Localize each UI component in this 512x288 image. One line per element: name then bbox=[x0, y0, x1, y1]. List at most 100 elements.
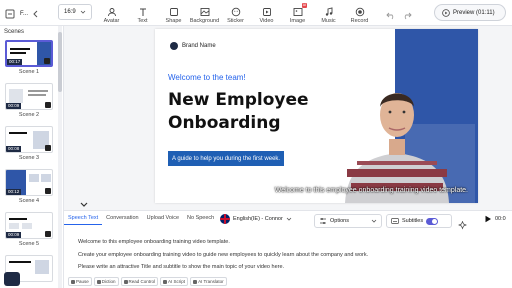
pause-icon bbox=[71, 279, 75, 284]
play-control[interactable]: 00:0 bbox=[484, 215, 506, 223]
menu-icon[interactable] bbox=[4, 8, 16, 20]
action-label: Read Control bbox=[128, 279, 156, 284]
voice-icon bbox=[44, 58, 50, 64]
voice-name: English(IE) - Connor bbox=[233, 216, 283, 222]
tool-background[interactable]: Background bbox=[189, 2, 220, 24]
ai-translator-icon bbox=[193, 279, 198, 284]
tab-no-speech[interactable]: No Speech bbox=[183, 211, 218, 225]
tool-label: Music bbox=[321, 18, 336, 24]
scene-duration: 00:09 bbox=[6, 232, 22, 238]
script-text[interactable]: Welcome to this employee onboarding trai… bbox=[78, 236, 498, 274]
top-toolbar: F... 16:9 Avatar Text Shape Background S… bbox=[0, 0, 512, 26]
script-line: Create your employee onboarding training… bbox=[78, 251, 369, 258]
scrollbar-thumb[interactable] bbox=[58, 32, 62, 92]
scene-duration: 00:09 bbox=[6, 103, 22, 109]
subtitles-label: Subtitles bbox=[402, 218, 424, 224]
tool-shape[interactable]: Shape bbox=[158, 2, 189, 24]
scene-label: Scene 4 bbox=[18, 198, 40, 204]
canvas-area: Brand Name Welcome to the team! New Empl… bbox=[64, 26, 512, 208]
scene-item-5[interactable]: 00:09 Scene 5 bbox=[5, 212, 53, 247]
subtitles-toggle[interactable] bbox=[426, 217, 439, 225]
tool-text[interactable]: Text bbox=[127, 2, 158, 24]
scene-label: Scene 3 bbox=[18, 155, 40, 161]
scene-thumbnail[interactable]: 00:12 bbox=[5, 169, 53, 196]
scene-item-3[interactable]: 00:08 Scene 3 bbox=[5, 126, 53, 161]
welcome-text[interactable]: Welcome to the team! bbox=[168, 73, 246, 82]
options-label: Options bbox=[330, 218, 349, 224]
redo-icon[interactable] bbox=[402, 7, 412, 25]
tool-music[interactable]: Music bbox=[313, 2, 344, 24]
slide-subtitle[interactable]: A guide to help you during the first wee… bbox=[168, 151, 285, 166]
tool-image[interactable]: AI Image bbox=[282, 2, 313, 24]
uk-flag-icon bbox=[220, 214, 230, 224]
preview-button[interactable]: Preview (01:11) bbox=[434, 4, 506, 21]
tool-sticker[interactable]: Sticker bbox=[220, 2, 251, 24]
script-panel: Speech Text Conversation Upload Voice No… bbox=[64, 210, 512, 288]
chevron-down-icon bbox=[286, 217, 292, 221]
chevron-left-icon[interactable] bbox=[32, 5, 40, 23]
scene-item-1[interactable]: 00:17 Scene 1 bbox=[5, 40, 53, 75]
sticker-icon bbox=[231, 7, 240, 17]
magic-icon[interactable] bbox=[458, 217, 467, 235]
ai-script-button[interactable]: AI Script bbox=[160, 277, 189, 286]
tool-avatar[interactable]: Avatar bbox=[96, 2, 127, 24]
read-control-button[interactable]: Read Control bbox=[120, 277, 159, 286]
scene-thumbnail[interactable]: 00:09 bbox=[5, 83, 53, 110]
tool-label: Shape bbox=[165, 18, 182, 24]
chevron-down-icon bbox=[80, 10, 85, 14]
play-circle-icon bbox=[442, 8, 450, 17]
options-dropdown[interactable]: Options bbox=[314, 214, 382, 228]
subtitles-icon bbox=[391, 218, 399, 224]
voice-select[interactable]: English(IE) - Connor bbox=[220, 214, 292, 224]
diction-icon bbox=[96, 279, 101, 284]
slide-canvas[interactable]: Brand Name Welcome to the team! New Empl… bbox=[155, 29, 478, 203]
voice-icon bbox=[45, 231, 51, 237]
tab-upload-voice[interactable]: Upload Voice bbox=[143, 211, 183, 225]
tool-video[interactable]: Video bbox=[251, 2, 282, 24]
pause-button[interactable]: Pause bbox=[68, 277, 92, 286]
scene-duration: 00:12 bbox=[6, 189, 22, 195]
slide-title[interactable]: New Employee Onboarding bbox=[168, 89, 309, 135]
shape-icon bbox=[169, 8, 178, 16]
tool-label: Record bbox=[350, 18, 369, 24]
brand-name: Brand Name bbox=[182, 43, 216, 49]
scenes-sidebar: Scenes 00:17 Scene 1 00:09 Scene 2 00:08… bbox=[0, 26, 64, 288]
tool-label: Image bbox=[289, 18, 306, 24]
action-label: AI Script bbox=[168, 279, 186, 284]
slide-title-line-1: New Employee bbox=[168, 90, 309, 110]
app-window: F... 16:9 Avatar Text Shape Background S… bbox=[0, 0, 512, 288]
text-icon bbox=[139, 8, 146, 16]
script-actions: Pause Diction Read Control AI Script AI … bbox=[68, 277, 227, 286]
tool-record[interactable]: Record bbox=[344, 2, 375, 24]
scene-label: Scene 2 bbox=[18, 112, 40, 118]
subtitles-control[interactable]: Subtitles bbox=[386, 214, 452, 228]
play-icon bbox=[485, 215, 491, 223]
chat-icon[interactable] bbox=[4, 272, 20, 286]
image-icon bbox=[293, 8, 302, 16]
ai-badge: AI bbox=[301, 3, 307, 8]
action-label: Pause bbox=[76, 279, 89, 284]
scene-item-2[interactable]: 00:09 Scene 2 bbox=[5, 83, 53, 118]
project-name[interactable]: F... bbox=[20, 11, 28, 17]
action-label: Diction bbox=[101, 279, 116, 284]
ai-translator-button[interactable]: AI Translator bbox=[190, 277, 227, 286]
scene-thumbnail[interactable]: 00:17 bbox=[5, 40, 53, 67]
sidebar-title: Scenes bbox=[4, 29, 25, 35]
scene-label: Scene 5 bbox=[18, 241, 40, 247]
scene-item-4[interactable]: 00:12 Scene 4 bbox=[5, 169, 53, 204]
tab-speech-text[interactable]: Speech Text bbox=[64, 211, 103, 225]
tool-label: Avatar bbox=[103, 18, 120, 24]
ai-script-icon bbox=[163, 279, 168, 284]
scene-thumbnail[interactable]: 00:09 bbox=[5, 212, 53, 239]
preview-label: Preview (01:11) bbox=[453, 9, 495, 16]
tab-conversation[interactable]: Conversation bbox=[102, 211, 142, 225]
avatar-presenter[interactable] bbox=[337, 65, 457, 203]
aspect-ratio-select[interactable]: 16:9 bbox=[58, 4, 92, 20]
scene-thumbnail[interactable]: 00:08 bbox=[5, 126, 53, 153]
avatar-icon bbox=[107, 8, 116, 17]
brand[interactable]: Brand Name bbox=[170, 42, 216, 50]
undo-icon[interactable] bbox=[386, 7, 396, 25]
diction-button[interactable]: Diction bbox=[93, 277, 119, 286]
background-icon bbox=[200, 8, 209, 16]
script-line: Please write an attractive Title and sub… bbox=[78, 264, 285, 270]
